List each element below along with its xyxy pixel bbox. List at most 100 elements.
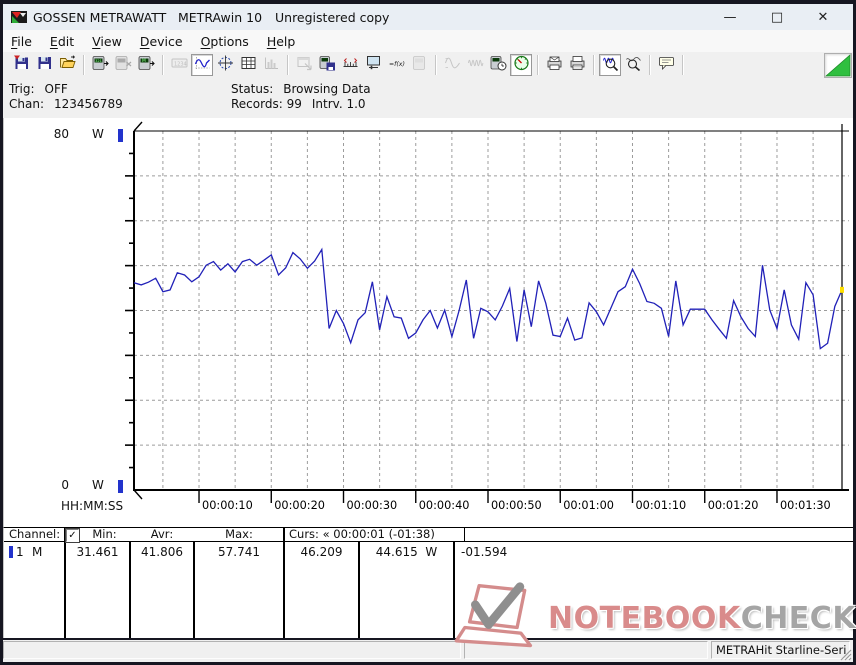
print-icon: [569, 55, 586, 75]
channel-visible-checkbox[interactable]: ✓: [65, 528, 80, 543]
menu-item-help[interactable]: Help: [267, 32, 306, 51]
status-bar-middle: [464, 641, 708, 659]
numeric-display-icon: 1234: [171, 55, 188, 75]
formula-button[interactable]: =f(x): [385, 54, 407, 76]
x-axis-label: 00:01:30: [780, 499, 831, 512]
max-value: 57.741: [218, 545, 260, 559]
meter-dial-button[interactable]: [510, 54, 532, 76]
wave-continuous-button: [464, 54, 486, 76]
zoom-in-curve-button[interactable]: [599, 54, 621, 76]
device-offline-icon: [115, 55, 132, 75]
x-axis-label: 00:01:00: [563, 499, 614, 512]
trigger-status: Trig: OFF: [9, 82, 68, 96]
meter-dial-icon: [513, 55, 530, 75]
store-device-icon: [319, 55, 336, 75]
timer-device-button[interactable]: [487, 54, 509, 76]
x-axis-label: 00:00:30: [347, 499, 398, 512]
cursor2-value-cell: 44.615 W: [360, 545, 453, 559]
status-bar: METRAHit Starline-Seri: [3, 640, 853, 662]
records-status: Records: 99 Intrv. 1.0: [231, 97, 366, 111]
device-memory-icon: M: [138, 55, 155, 75]
acquisition-status-panel: Trig: OFF Chan: 123456789 Status: Browsing …: [3, 78, 853, 118]
annotation-icon: [658, 55, 675, 75]
menu-item-device[interactable]: Device: [140, 32, 193, 51]
read-device-icon: 321: [92, 55, 109, 75]
channel-column-header: Channel:: [9, 527, 61, 541]
scale-settings-icon: [342, 55, 359, 75]
cursor2-sample-marker: [840, 286, 844, 293]
menu-item-edit[interactable]: Edit: [50, 32, 84, 51]
zoom-out-curve-icon: [625, 55, 642, 75]
menu-item-file[interactable]: File: [11, 32, 42, 51]
connection-indicator: [824, 52, 852, 78]
save-file-button[interactable]: [33, 54, 55, 76]
status-bar-device: METRAHit Starline-Seri: [711, 641, 850, 659]
cursor-view-button[interactable]: [214, 54, 236, 76]
status-value: Browsing Data: [283, 82, 371, 96]
x-axis-label: 00:01:10: [635, 499, 686, 512]
svg-text:=f(x): =f(x): [389, 61, 405, 68]
annotation-button[interactable]: [655, 54, 677, 76]
title-bar: GOSSEN METRAWATT METRAwin 10 Unregistere…: [3, 4, 853, 30]
interval-label: Intrv.: [311, 97, 343, 111]
read-device-button[interactable]: 321: [89, 54, 111, 76]
histogram-view-icon: [263, 55, 280, 75]
formula-icon: =f(x): [388, 55, 405, 75]
store-device-button[interactable]: [316, 54, 338, 76]
zoom-out-curve-button[interactable]: [622, 54, 644, 76]
zoom-in-curve-icon: [602, 55, 619, 75]
toolbar-separator: [593, 55, 595, 75]
cursor1-marker-bottom: [133, 489, 143, 500]
cursor2-unit: W: [425, 545, 438, 559]
svg-text:M: M: [142, 58, 146, 64]
min-value: 31.461: [76, 545, 119, 559]
x-axis-label: 00:00:10: [202, 499, 253, 512]
chart-area: 00:00:10 00:00:20 00:00:30 00:00:40 00:00:50…: [3, 118, 853, 527]
records-label: Records:: [231, 97, 283, 111]
chart-view-button[interactable]: [191, 54, 213, 76]
chart-view-icon: [194, 55, 211, 75]
print-preview-button[interactable]: [543, 54, 565, 76]
close-button[interactable]: ✕: [803, 4, 843, 30]
device-memory-button[interactable]: M: [135, 54, 157, 76]
cursor-view-icon: [217, 55, 234, 75]
trig-value: OFF: [44, 82, 68, 96]
column-divider: [453, 542, 455, 638]
toolbar-separator: [83, 55, 85, 75]
channel-number: 1: [16, 545, 24, 559]
cursor1-marker-top: [133, 121, 143, 132]
toolbar-separator: [649, 55, 651, 75]
status-bar-left: [3, 641, 461, 659]
open-file-button[interactable]: [56, 54, 78, 76]
power-trend-chart[interactable]: 00:00:10 00:00:20 00:00:30 00:00:40 00:00:50…: [4, 118, 854, 527]
y-axis-max-label: 80: [53, 127, 69, 141]
cursor1-value: 46.209: [300, 545, 343, 559]
maximize-button[interactable]: □: [757, 4, 797, 30]
menu-item-options[interactable]: Options: [201, 32, 259, 51]
monitor-settings-button[interactable]: [362, 54, 384, 76]
trig-label: Trig:: [9, 82, 35, 96]
metrawin-window: { "window": { "app_name": "GOSSEN METRAW…: [0, 0, 856, 665]
y-axis-min-label: 0: [61, 478, 69, 492]
browse-status: Status: Browsing Data: [231, 82, 371, 96]
menu-item-view[interactable]: View: [92, 32, 132, 51]
avr-value: 41.806: [141, 545, 183, 559]
header-divider: [4, 541, 853, 542]
license-note: Unregistered copy: [275, 10, 390, 25]
toolbar-separator: [162, 55, 164, 75]
app-logo-icon: [11, 11, 27, 23]
channel-marker-bottom: [118, 480, 123, 493]
resize-grip[interactable]: [839, 648, 852, 661]
channel-mode: M: [32, 545, 43, 559]
svg-text:1234: 1234: [174, 62, 187, 68]
import-file-button[interactable]: [10, 54, 32, 76]
minimize-button[interactable]: —: [710, 4, 750, 30]
scale-settings-button[interactable]: [339, 54, 361, 76]
min-column-header: Min:: [92, 527, 117, 541]
time-axis-format-label: HH:MM:SS: [61, 499, 124, 513]
chan-label: Chan:: [9, 97, 44, 111]
print-button[interactable]: [566, 54, 588, 76]
table-view-button[interactable]: [237, 54, 259, 76]
numeric-display-button: 1234: [168, 54, 190, 76]
device-offline-button: [112, 54, 134, 76]
